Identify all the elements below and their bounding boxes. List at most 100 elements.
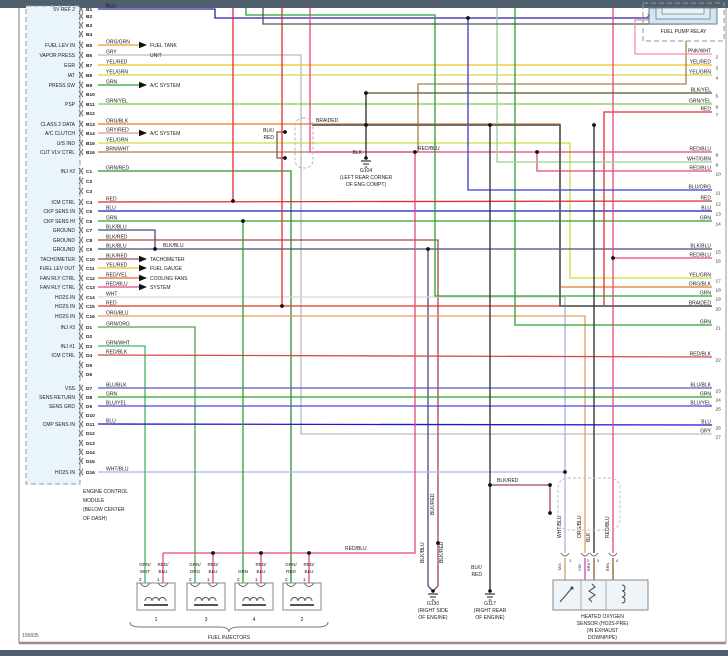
ho2s-box	[552, 579, 649, 611]
pin-signal-name: ICM CTRL	[51, 353, 75, 359]
pin-id: D4	[86, 353, 92, 359]
injector-pin-number: 2	[285, 577, 288, 582]
pin-signal-name: PRESS SW	[49, 83, 76, 89]
pin-signal-name: TACHOMETER	[40, 257, 75, 263]
destination-label: A/C SYSTEM	[150, 131, 180, 137]
pin-id: C5	[86, 209, 92, 215]
wire-label: RED	[471, 572, 482, 578]
edge-terminal-number: 25	[716, 407, 722, 413]
pin-id: C13	[86, 285, 95, 291]
pin-id: C2	[86, 179, 92, 185]
wire-label: BLK/BLU	[163, 243, 184, 249]
pin-signal-name: INJ #3	[61, 325, 76, 331]
edge-wire-color: GRN/YEL	[689, 99, 711, 105]
edge-terminal-number: 22	[716, 358, 722, 364]
edge-terminal-number: 19	[716, 297, 722, 303]
pin-id: D10	[86, 413, 95, 419]
junction-dot	[211, 551, 215, 555]
edge-terminal-number: 12	[716, 202, 722, 208]
destination-label: FUEL GAUGE	[150, 266, 183, 272]
pin-id: C6	[86, 219, 92, 225]
pin-id: D1	[86, 325, 92, 331]
pin-id: B4	[86, 32, 92, 38]
relay-internal	[661, 7, 705, 15]
pin-id: D12	[86, 431, 95, 437]
pin-signal-name: CUT VLV CTRL	[40, 150, 75, 156]
wire-label: BLK/RED	[439, 541, 445, 563]
pin-signal-name: VSS	[65, 386, 76, 392]
ho2s-label: (IN EXHAUST	[587, 628, 619, 634]
pin-id: C9	[86, 247, 92, 253]
ground-junction	[488, 589, 492, 593]
junction-dot	[307, 551, 311, 555]
pin-id: B16	[86, 150, 95, 156]
pin-id: B7	[86, 63, 92, 69]
injector-wire-color: RED/	[256, 562, 268, 567]
wire-label: BLK/	[471, 565, 482, 571]
edge-wire-color: BLU/ORG	[688, 185, 711, 191]
wire-label: BRAIDED	[316, 118, 339, 124]
edge-wire-color: GRN	[700, 392, 712, 398]
edge-wire-color: RED/BLU	[689, 166, 711, 172]
junction-dot	[426, 247, 430, 251]
edge-terminal-number: 11	[716, 191, 721, 197]
injector-pin-number: 1	[157, 577, 160, 582]
wire-label: RED/BLU	[345, 546, 367, 552]
fuel-injectors-label: FUEL INJECTORS	[208, 635, 251, 641]
wire-label: BLK/BLU	[420, 542, 426, 563]
edge-terminal-number: 2	[716, 55, 719, 61]
pin-id: B15	[86, 141, 95, 147]
pin-id: B1	[86, 7, 92, 13]
injector-wire-color: RED	[286, 569, 296, 574]
pin-id: D14	[86, 450, 95, 456]
junction-dot	[592, 123, 596, 127]
edge-wire-color: RED/BLU	[689, 147, 711, 153]
pin-id: B5	[86, 43, 92, 49]
pin-id: B13	[86, 122, 95, 128]
ground-label: (RIGHT SIDE	[418, 608, 449, 614]
ecm-label: ENGINE CONTROL	[83, 489, 128, 495]
ground-label: OF ENG COMPT)	[346, 182, 387, 188]
pin-id: B3	[86, 23, 92, 29]
edge-terminal-number: 27	[716, 435, 722, 441]
ground-label: G117	[484, 601, 496, 607]
wiring-svg: 105835 ENGINE CONTROL MODULE (BELOW CENTER O…	[0, 0, 728, 656]
pin-signal-name: FUEL LEV IN	[45, 43, 75, 49]
junction-dot	[488, 123, 492, 127]
injector-wire-color: GRN/	[285, 562, 297, 567]
ground-label: G130	[427, 601, 439, 607]
edge-terminal-number: 18	[716, 288, 722, 294]
pin-id: C1	[86, 169, 92, 175]
pin-id: C16	[86, 314, 95, 320]
wire-label: BLK	[353, 150, 363, 156]
junction-dot	[231, 199, 235, 203]
pin-id: D6	[86, 372, 92, 378]
ground-label: (LEFT REAR CORNER	[340, 175, 393, 181]
wire-label: BLK/RED	[497, 478, 519, 484]
junction-dot	[280, 304, 284, 308]
pin-id: D11	[86, 422, 95, 428]
junction-dot	[364, 123, 368, 127]
pin-signal-name: CKP SENS IN	[43, 209, 75, 215]
wire-label: BLK/RED	[430, 493, 436, 515]
bottom-chrome-bar	[0, 650, 728, 656]
edge-wire-color: RED	[700, 196, 711, 202]
pin-signal-name: CKP SENS HI	[43, 219, 75, 225]
edge-terminal-number: 13	[716, 212, 722, 218]
pin-id: C11	[86, 266, 95, 272]
pin-signal-name: HO2S IN	[55, 314, 75, 320]
pin-signal-name: SENS GRD	[49, 404, 76, 410]
destination-label: COOLING FANS	[150, 276, 188, 282]
junction-dot	[548, 511, 552, 515]
injector-pin-number: 1	[303, 577, 306, 582]
edge-wire-color: RED	[700, 107, 711, 113]
edge-terminal-number: 24	[716, 398, 722, 404]
pin-id: B14	[86, 131, 95, 137]
injector-number: 4	[253, 617, 256, 623]
ecm-label: MODULE	[83, 498, 105, 504]
edge-terminal-number: 16	[716, 259, 722, 265]
injector-wire-color: RED/	[158, 562, 170, 567]
junction-dot	[364, 91, 368, 95]
ground-junction	[431, 589, 435, 593]
edge-wire-color: BLK/YEL	[691, 88, 712, 94]
